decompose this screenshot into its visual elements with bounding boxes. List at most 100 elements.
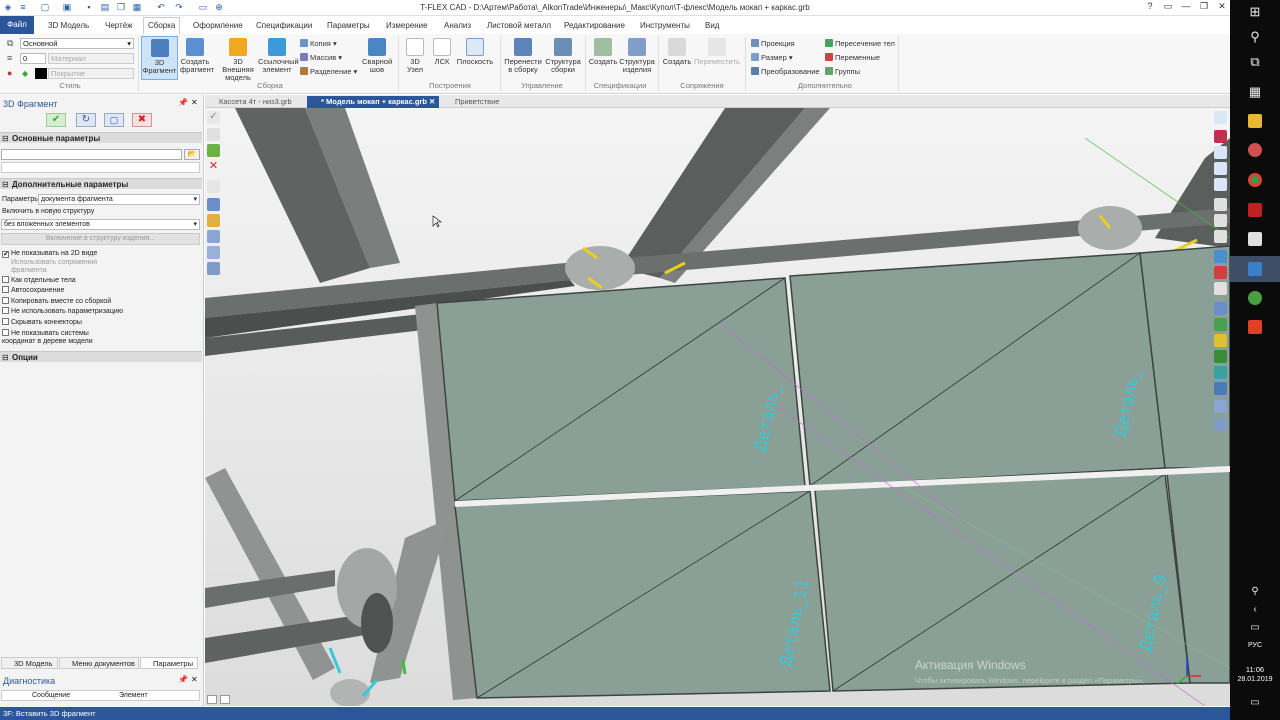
transform-button[interactable]: Преобразование [751, 67, 820, 76]
utorrent-icon[interactable] [1248, 291, 1262, 305]
tab-parameters[interactable]: Параметры [140, 657, 198, 669]
menu-assembly[interactable]: Сборка [143, 17, 181, 34]
ok-button[interactable]: ✔ [46, 113, 66, 127]
extra-params-header[interactable]: Дополнительные параметры [0, 178, 202, 190]
tray-expand-icon[interactable]: ‹ [1245, 600, 1265, 620]
mate-move-button[interactable]: Переместить [694, 38, 740, 66]
magnet-icon[interactable] [1214, 130, 1227, 143]
tool-icon[interactable] [207, 262, 220, 275]
tool-icon[interactable] [1214, 266, 1227, 279]
lcs-button[interactable]: ЛСК [430, 38, 454, 66]
doc-tab-kasseta[interactable]: Кассета 4т - низ3.grb [205, 96, 296, 108]
menu-tools[interactable]: Инструменты [636, 18, 694, 33]
size-button[interactable]: Размер ▾ [751, 53, 793, 62]
pin-icon[interactable]: 📌 [178, 98, 188, 107]
network-icon[interactable]: ▭ [1245, 618, 1265, 638]
tool-icon[interactable] [1214, 214, 1227, 227]
tool-icon[interactable] [1214, 334, 1227, 347]
groups-button[interactable]: Группы [825, 67, 860, 76]
product-structure-button[interactable]: Структура изделия [619, 38, 655, 74]
menu-params[interactable]: Параметры [323, 18, 374, 33]
fragment3d-button[interactable]: 3D Фрагмент [141, 36, 178, 80]
option-hide-cs[interactable]: Не показывать системы координат в дереве… [2, 329, 102, 346]
select-icon[interactable] [207, 144, 220, 157]
cancel-icon[interactable]: ✕ [207, 160, 220, 173]
weld-button[interactable]: Сварной шов [362, 38, 392, 74]
tool-icon[interactable] [1214, 302, 1227, 315]
tab-doc-menu[interactable]: Меню документов [59, 657, 139, 669]
refresh-button[interactable]: ↻ [76, 113, 96, 127]
move-to-assembly-button[interactable]: Перенести в сборку [504, 38, 542, 74]
search-icon[interactable]: ⚲ [1245, 27, 1265, 47]
zoom-fit-icon[interactable] [1214, 178, 1227, 191]
help-icon[interactable]: ? [1140, 1, 1160, 14]
copy-button[interactable]: Копия ▾ [300, 39, 337, 48]
maximize-button[interactable]: ❐ [1194, 1, 1214, 14]
panel-close-icon[interactable]: ✕ [191, 98, 198, 107]
menu-view[interactable]: Вид [701, 18, 723, 33]
array-button[interactable]: Массив ▾ [300, 53, 342, 62]
fragment-path-input[interactable] [1, 149, 182, 160]
layout-icon[interactable] [220, 695, 230, 704]
layer-select[interactable]: Основной ▾ [20, 38, 134, 49]
plane-button[interactable]: Плоскость [456, 38, 494, 66]
cancel-button[interactable]: ✖ [132, 113, 152, 127]
confirm-icon[interactable]: ✓ [207, 111, 220, 124]
option-no-parametrization[interactable]: Не использовать параметризацию [2, 307, 123, 316]
spec-create-button[interactable]: Создать [588, 38, 618, 66]
menu-sheet-metal[interactable]: Листовой металл [483, 18, 555, 33]
acrobat-icon[interactable] [1248, 203, 1262, 217]
option-hide-connectors[interactable]: Скрывать коннекторы [2, 318, 82, 327]
view-icon[interactable] [1214, 111, 1227, 124]
app-icon[interactable] [1248, 232, 1262, 246]
tool-icon[interactable] [1214, 250, 1227, 263]
app-icon[interactable] [1248, 320, 1262, 334]
split-button[interactable]: Разделение ▾ [300, 67, 357, 76]
tool-icon[interactable] [1214, 282, 1227, 295]
variables-button[interactable]: Переменные [825, 53, 880, 62]
folder-icon[interactable] [207, 214, 220, 227]
tool-icon[interactable] [207, 180, 220, 193]
tool-icon[interactable] [207, 128, 220, 141]
color-swatch[interactable] [35, 68, 47, 79]
preview-button[interactable]: ▢ [104, 113, 124, 127]
menu-drawing[interactable]: Чертёж [101, 18, 137, 33]
tool-icon[interactable] [1214, 198, 1227, 211]
create-fragment-button[interactable]: Создать фрагмент [180, 38, 214, 74]
tool-icon[interactable] [1214, 382, 1227, 395]
tool-icon[interactable] [207, 230, 220, 243]
chrome-icon[interactable] [1248, 173, 1262, 187]
ribbon-toggle-icon[interactable]: ▭ [1158, 1, 1178, 14]
option-copy-with-assembly[interactable]: Копировать вместе со сборкой [2, 297, 111, 306]
main-params-header[interactable]: Основные параметры [0, 132, 202, 144]
zoom-out-icon[interactable] [1214, 162, 1227, 175]
tool-icon[interactable] [1214, 366, 1227, 379]
doc-tab-model[interactable]: * Модель мокап + каркас.grb ✕ [307, 96, 440, 108]
option-no-2d[interactable]: ✔ Не показывать на 2D виде [2, 250, 97, 258]
line-width-select[interactable]: 0 [20, 53, 46, 64]
clock-time[interactable]: 11:06 [1230, 665, 1280, 674]
browse-folder-button[interactable]: 📂 [184, 149, 200, 160]
zoom-in-icon[interactable] [1214, 146, 1227, 159]
options-header[interactable]: Опции [0, 351, 202, 363]
tool-icon[interactable] [207, 246, 220, 259]
3d-viewport[interactable]: Деталь_ Деталь_ Деталь_11 Деталь_9 Актив… [205, 108, 1230, 706]
node3d-button[interactable]: 3D Узел [403, 38, 427, 74]
menu-edit[interactable]: Редактирование [560, 18, 629, 33]
minimize-button[interactable]: — [1176, 1, 1196, 14]
explorer-icon[interactable] [1248, 114, 1262, 128]
external-model-button[interactable]: 3D Внешняя модель [220, 38, 256, 82]
tab-3d-model[interactable]: 3D Модель [1, 657, 58, 669]
tflex-icon[interactable] [1248, 262, 1262, 276]
mate-create-button[interactable]: Создать [662, 38, 692, 66]
task-view-icon[interactable]: ⧉ [1245, 52, 1265, 72]
ref-element-button[interactable]: Ссылочный элемент [258, 38, 299, 74]
include-select[interactable]: без вложенных элементов ▾ [1, 219, 200, 230]
doc-tab-welcome[interactable]: Приветствие [441, 96, 503, 108]
close-button[interactable]: ✕ [1212, 1, 1232, 14]
projection-button[interactable]: Проекция [751, 39, 795, 48]
assembly-structure-button[interactable]: Структура сборки [545, 38, 581, 74]
menu-design[interactable]: Оформление [189, 18, 247, 33]
menu-specs[interactable]: Спецификации [252, 18, 316, 33]
tool-icon[interactable] [1214, 230, 1227, 243]
